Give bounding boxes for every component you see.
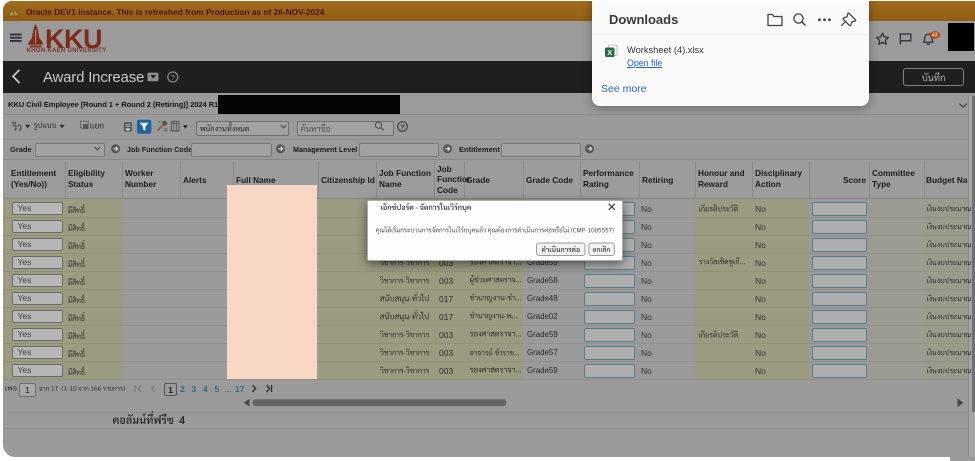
svg-text:X: X [607, 48, 612, 57]
